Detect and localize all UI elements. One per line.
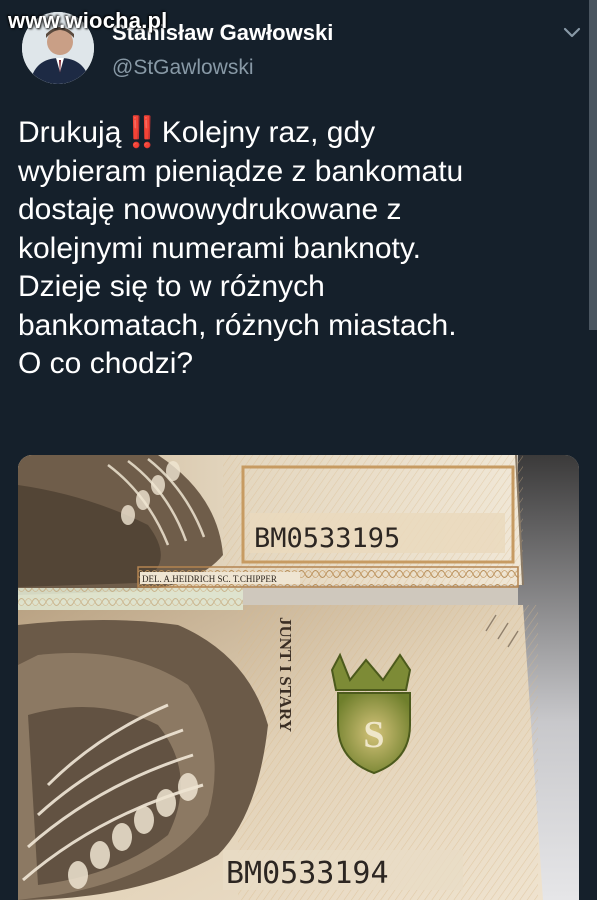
tweet-photo[interactable]: JUNT I STARY S BM0533194 BM0533195 DEL. … [18,455,579,900]
tweet-line-6: bankomatach, różnych miastach. [18,308,457,342]
svg-text:S: S [363,714,384,756]
tweet-line-1-start: Drukują [18,116,122,149]
double-exclamation-icon: ‼️ [123,116,160,149]
tweet-line-1: Drukują‼️ Kolejny raz, gdy [18,114,578,153]
scroll-edge [589,0,597,330]
tweet-line-3: dostaję nowowydrukowane z [18,193,402,226]
tweet-line-7: O co chodzi? [18,347,194,380]
user-handle[interactable]: @StGawlowski [112,56,254,80]
watermark: www.wiocha.pl [8,8,168,33]
vertical-text: JUNT I STARY [276,617,295,732]
tweet-line-2: wybieram pieniądze z bankomatu [18,154,464,188]
banknotes-photo: JUNT I STARY S BM0533194 BM0533195 DEL. … [18,455,579,900]
tweet-line-5: Dzieje się to w różnych [18,270,325,303]
engraver-credit: DEL. A.HEIDRICH SC. T.CHIPPER [142,574,277,584]
serial-number-bottom: BM0533194 [226,856,389,891]
tweet-line-4: kolejnymi numerami banknoty. [18,231,421,265]
tweet-line-1-end: Kolejny raz, gdy [161,116,376,149]
serial-number-top: BM0533195 [254,523,400,554]
tweet-text: Drukują‼️ Kolejny raz, gdy wybieram pieni… [18,114,578,384]
chevron-down-icon[interactable] [560,22,584,42]
tweet-screenshot: www.wiocha.pl Stanisław Gawłowski @StGaw… [0,0,597,900]
